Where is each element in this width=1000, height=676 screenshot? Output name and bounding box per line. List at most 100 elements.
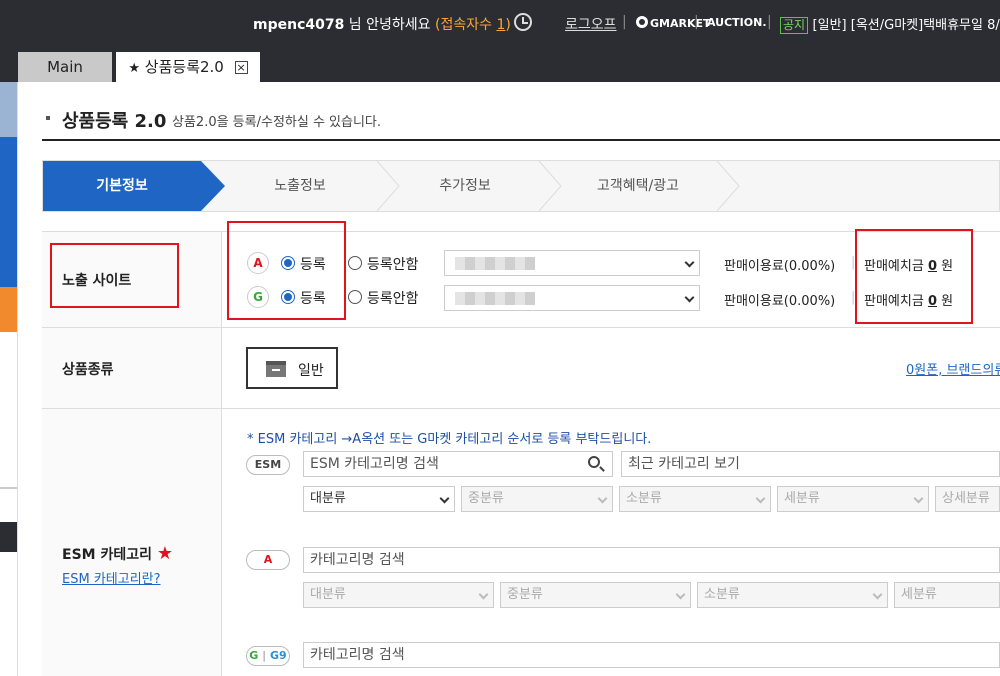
esm-category-notice: * ESM 카테고리 →A옥션 또는 G마켓 카테고리 순서로 등록 부탁드립니…	[247, 432, 652, 447]
row-divider	[42, 327, 1000, 328]
auction-category-search-input[interactable]: 카테고리명 검색	[303, 547, 1000, 573]
gmarket-seller-id-select[interactable]	[444, 285, 700, 311]
deposit-value: 0	[927, 294, 937, 309]
gmarket-register-radio[interactable]	[281, 290, 295, 304]
sidebar-block	[0, 82, 17, 137]
auction-badge: A	[246, 550, 290, 570]
product-type-general-label: 일반	[298, 363, 324, 379]
gmarket-category-search-input[interactable]: 카테고리명 검색	[303, 642, 1000, 668]
g9-label: G9	[270, 649, 287, 662]
gmarket-icon	[636, 16, 648, 28]
chevron-down-icon	[478, 589, 489, 600]
sidebar-block	[0, 522, 17, 552]
esm-category-help-link[interactable]: ESM 카테고리란?	[62, 568, 161, 587]
gmarket-link[interactable]: GMARKET	[636, 16, 711, 30]
blurred-value	[455, 257, 535, 270]
esm-category-search-input[interactable]: ESM 카테고리명 검색	[303, 451, 613, 477]
user-greeting: mpenc4078 님 안녕하세요 (접속자수 1)	[253, 14, 511, 34]
chevron-down-icon	[684, 292, 695, 303]
g-label: G	[249, 649, 259, 662]
zero-won-phone-link[interactable]: 0원폰, 브랜드의류	[906, 359, 1000, 378]
title-bullet	[46, 116, 50, 120]
select-value: 소분류	[704, 587, 740, 602]
auction-fee: 판매이용료(0.00%)	[724, 259, 836, 274]
exposure-site-label: 노출 사이트	[62, 273, 132, 289]
esm-major-select[interactable]: 대분류	[303, 486, 455, 512]
gmarket-label: GMARKET	[650, 17, 711, 30]
esm-minor-select[interactable]: 소분류	[619, 486, 771, 512]
chevron-down-icon	[597, 493, 608, 504]
esm-detail-select[interactable]: 상세분류	[935, 486, 1000, 512]
required-star-icon: ★	[156, 543, 173, 564]
esm-middle-select[interactable]: 중분류	[461, 486, 613, 512]
visitors-count: 1	[496, 17, 506, 33]
chevron-right-icon	[716, 161, 740, 211]
notice-text: [일반] [옥션/G마켓]택배휴무일 8/	[812, 18, 1000, 33]
logout-link[interactable]: 로그오프	[565, 14, 617, 34]
auction-no-register-radio[interactable]	[348, 256, 362, 270]
deposit-unit: 원	[941, 294, 954, 309]
step-exposure-info[interactable]: 노출정보	[225, 161, 375, 211]
star-icon: ★	[128, 61, 141, 76]
blurred-value	[455, 292, 535, 305]
notice-link[interactable]: 공지 [일반] [옥션/G마켓]택배휴무일 8/	[780, 14, 1000, 34]
close-icon[interactable]: ×	[234, 61, 248, 74]
top-bar: mpenc4078 님 안녕하세요 (접속자수 1) 로그오프 | GMARKE…	[0, 0, 1000, 48]
divider: |	[694, 14, 699, 30]
chevron-down-icon	[684, 257, 695, 268]
auction-sub-select[interactable]: 세분류	[894, 582, 1000, 608]
select-value: 대분류	[310, 491, 346, 506]
divider: |	[851, 255, 856, 270]
esm-category-label: ESM 카테고리 ★	[62, 543, 173, 564]
sidebar-block	[0, 137, 17, 287]
search-icon[interactable]	[588, 456, 600, 468]
chevron-down-icon	[439, 493, 450, 504]
greeting-text: 님 안녕하세요	[348, 17, 431, 33]
deposit-label: 판매예치금	[864, 259, 924, 274]
esm-sub-select[interactable]: 세분류	[777, 486, 929, 512]
clock-icon[interactable]	[514, 13, 532, 31]
gmarket-site-icon: G	[247, 286, 269, 308]
esm-category-label-text: ESM 카테고리	[62, 547, 152, 563]
step-customer-benefit[interactable]: 고객혜택/광고	[563, 161, 713, 211]
tab-product-register[interactable]: ★ 상품등록2.0 ×	[116, 52, 260, 82]
username: mpenc4078	[253, 17, 345, 33]
step-basic-info[interactable]: 기본정보	[43, 161, 201, 211]
auction-middle-select[interactable]: 중분류	[500, 582, 691, 608]
auction-seller-id-select[interactable]	[444, 250, 700, 276]
title-divider	[42, 139, 1000, 141]
notice-tag: 공지	[780, 17, 809, 34]
divider: |	[622, 14, 627, 30]
visitor-count[interactable]: (접속자수 1)	[435, 17, 511, 33]
auction-minor-select[interactable]: 소분류	[697, 582, 888, 608]
auction-link[interactable]: AUCTION.	[707, 16, 767, 29]
box-icon	[266, 361, 286, 377]
page-title: 상품등록 2.0	[62, 111, 167, 132]
chevron-down-icon	[675, 589, 686, 600]
chevron-down-icon	[872, 589, 883, 600]
highlight-box	[227, 221, 346, 320]
tab-main[interactable]: Main	[18, 52, 112, 82]
step-extra-info[interactable]: 추가정보	[395, 161, 535, 211]
auction-register-label: 등록	[300, 257, 326, 273]
auction-deposit: 판매예치금 0 원	[864, 255, 953, 274]
product-type-general-button[interactable]: 일반	[246, 347, 338, 389]
left-sidebar	[0, 82, 18, 676]
product-type-label: 상품종류	[62, 362, 114, 378]
divider: |	[767, 14, 772, 30]
chevron-right-icon	[538, 161, 562, 211]
gmarket-no-register-label: 등록안함	[367, 291, 419, 307]
auction-major-select[interactable]: 대분류	[303, 582, 494, 608]
divider: |	[851, 290, 856, 305]
auction-site-icon: A	[247, 252, 269, 274]
select-value: 세분류	[901, 587, 937, 602]
recent-category-input[interactable]: 최근 카테고리 보기	[621, 451, 1000, 477]
select-value: 세분류	[784, 491, 820, 506]
sidebar-block	[0, 287, 17, 332]
select-value: 중분류	[468, 491, 504, 506]
auction-register-radio[interactable]	[281, 256, 295, 270]
gmarket-no-register-radio[interactable]	[348, 290, 362, 304]
select-value: 상세분류	[942, 491, 990, 506]
highlight-box	[855, 229, 973, 324]
gmarket-register-label: 등록	[300, 291, 326, 307]
